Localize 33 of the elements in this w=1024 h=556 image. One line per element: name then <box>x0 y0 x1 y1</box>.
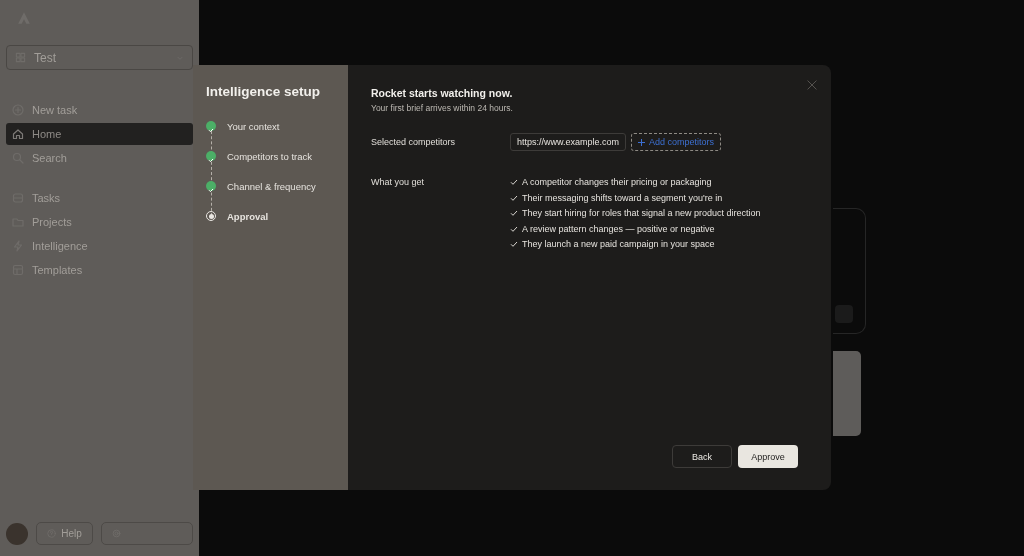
nav-item[interactable]: Tasks <box>6 187 193 209</box>
plus-icon <box>638 138 646 146</box>
benefit-text: They launch a new paid campaign in your space <box>522 239 715 249</box>
home-icon <box>12 128 24 140</box>
benefit-text: A competitor changes their pricing or packaging <box>522 177 712 187</box>
workspace-select[interactable]: Test <box>6 45 193 70</box>
benefit-text: They start hiring for roles that signal a new product direction <box>522 208 761 218</box>
nav-item[interactable]: Search <box>6 147 193 169</box>
settings-button[interactable] <box>101 522 193 545</box>
help-button[interactable]: Help <box>36 522 93 545</box>
workspace-name: Test <box>34 50 56 65</box>
dialog-title: Intelligence setup <box>206 84 322 99</box>
subheading: Your first brief arrives within 24 hours. <box>371 103 514 113</box>
add-competitors-button[interactable]: Add competitors <box>631 133 722 151</box>
nav-item[interactable]: Home <box>6 123 193 145</box>
approve-button[interactable]: Approve <box>738 445 798 468</box>
back-button[interactable]: Back <box>672 445 732 468</box>
step-item[interactable]: Channel & frequency <box>206 171 348 201</box>
benefit-text: A review pattern changes — positive or negative <box>522 223 715 234</box>
competitor-chip[interactable]: https://www.example.com <box>510 133 627 151</box>
step-item[interactable]: Your context <box>206 111 348 141</box>
step-item[interactable]: Competitors to track <box>206 141 348 171</box>
field-label: What you get <box>371 176 426 189</box>
field-label: Selected competitors <box>371 136 457 149</box>
avatar[interactable] <box>6 522 28 545</box>
nav-item[interactable]: Intelligence <box>6 235 193 257</box>
heading: Rocket starts watching now. <box>371 87 514 99</box>
benefit-text: Their messaging shifts toward a segment you're in <box>522 192 723 203</box>
close-icon <box>807 80 817 90</box>
step-item[interactable]: Approval <box>206 201 348 231</box>
nav-item[interactable]: Projects <box>6 211 193 233</box>
nav-item[interactable]: Templates <box>6 259 193 281</box>
nav-item[interactable]: New task <box>6 99 193 121</box>
